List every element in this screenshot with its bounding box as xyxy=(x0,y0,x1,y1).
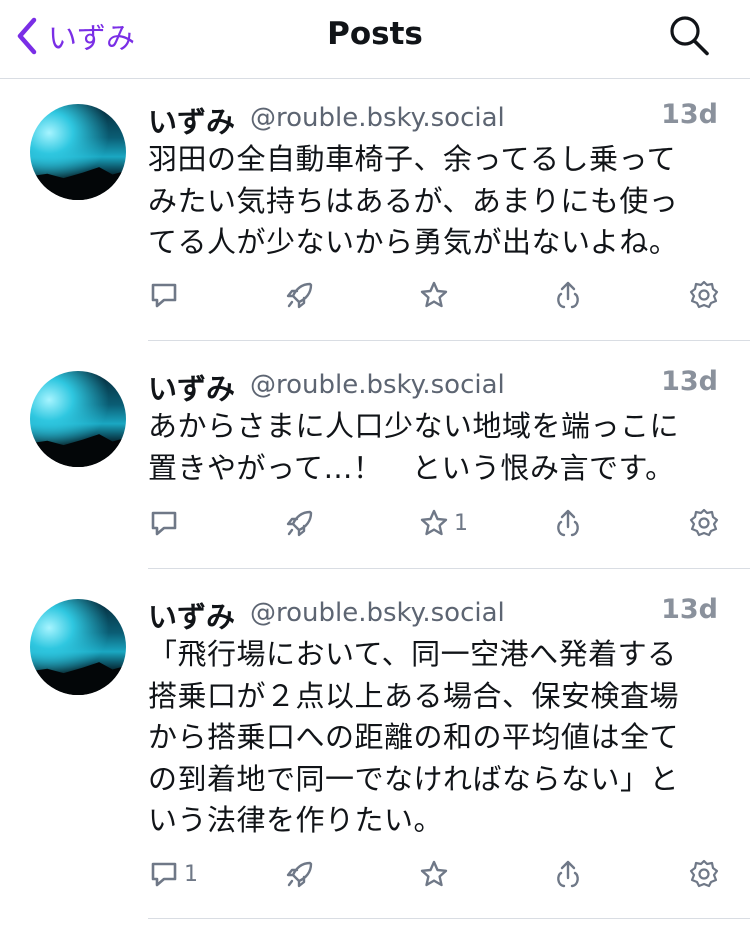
share-button[interactable] xyxy=(552,856,584,892)
share-button[interactable] xyxy=(552,277,584,313)
author-handle[interactable]: @rouble.bsky.social xyxy=(250,370,505,400)
settings-icon xyxy=(689,859,719,888)
reply-count: 1 xyxy=(184,861,198,887)
post-text: あからさまに人口少ない地域を端っこに 置きやがって…！ という恨み言です。 xyxy=(148,406,726,489)
author-name[interactable]: いずみ xyxy=(148,366,235,408)
star-icon xyxy=(420,860,448,887)
rocket-icon xyxy=(286,861,313,888)
post-meta: いずみ @rouble.bsky.social 13d xyxy=(148,99,718,139)
post-text-line: の到着地で同一でなければならない」と xyxy=(148,761,680,796)
star-icon xyxy=(420,509,448,536)
post-meta: いずみ @rouble.bsky.social 13d xyxy=(148,594,718,634)
more-button[interactable] xyxy=(688,856,720,892)
post-text-line: みたい気持ちはあるが、あまりにも使っ xyxy=(148,183,679,218)
post-divider xyxy=(148,918,750,919)
more-button[interactable] xyxy=(688,505,720,541)
post-text-line: あからさまに人口少ない地域を端っこに xyxy=(148,409,680,443)
post-text-line: 「飛行場において、同一空港へ発着する xyxy=(148,637,677,671)
reply-icon xyxy=(151,862,177,887)
reply-button[interactable] xyxy=(148,505,184,541)
post-text-line: 羽田の全自動車椅子、余ってるし乗って xyxy=(148,142,677,176)
author-handle[interactable]: @rouble.bsky.social xyxy=(250,103,505,133)
post-text-line: いう法律を作りたい。 xyxy=(148,803,444,837)
post-divider xyxy=(148,568,750,569)
avatar[interactable] xyxy=(30,599,126,695)
repost-button[interactable] xyxy=(284,505,316,541)
repost-button[interactable] xyxy=(284,277,316,313)
like-button[interactable] xyxy=(418,277,454,313)
post-text-line: 置きやがって…！ という恨み言です。 xyxy=(148,450,675,485)
star-icon xyxy=(420,281,448,308)
reply-button[interactable]: 1 xyxy=(148,856,198,892)
top-bar: いずみ Posts xyxy=(0,0,750,79)
avatar[interactable] xyxy=(30,371,126,467)
post-actions: 1 xyxy=(148,856,720,896)
post-time[interactable]: 13d xyxy=(661,366,718,397)
author-name[interactable]: いずみ xyxy=(148,594,235,636)
share-icon xyxy=(557,281,579,309)
reply-button[interactable] xyxy=(148,277,184,313)
avatar[interactable] xyxy=(30,104,126,200)
like-count: 1 xyxy=(454,510,468,536)
settings-icon xyxy=(689,280,719,309)
post-time[interactable]: 13d xyxy=(661,594,718,625)
repost-button[interactable] xyxy=(284,856,316,892)
author-handle[interactable]: @rouble.bsky.social xyxy=(250,598,505,628)
post-actions: 1 xyxy=(148,505,720,545)
share-icon xyxy=(557,860,579,888)
search-button[interactable] xyxy=(666,14,714,58)
post-actions xyxy=(148,277,720,317)
like-button[interactable] xyxy=(418,856,454,892)
settings-icon xyxy=(689,508,719,537)
post-text-line: 搭乗口が２点以上ある場合、保安検査場 xyxy=(148,678,680,713)
search-icon xyxy=(670,16,709,56)
rocket-icon xyxy=(286,510,313,537)
reply-icon xyxy=(151,511,177,536)
post-text-line: てる人が少ないから勇気が出ないよね。 xyxy=(148,225,679,259)
post-text-line: から搭乗口への距離の和の平均値は全て xyxy=(148,720,680,754)
share-button[interactable] xyxy=(552,505,584,541)
author-name[interactable]: いずみ xyxy=(148,99,235,141)
post-text: 「飛行場において、同一空港へ発着する 搭乗口が２点以上ある場合、保安検査場 から… xyxy=(148,634,726,842)
more-button[interactable] xyxy=(688,277,720,313)
page-title: Posts xyxy=(327,16,423,52)
post-text: 羽田の全自動車椅子、余ってるし乗って みたい気持ちはあるが、あまりにも使っ てる… xyxy=(148,139,726,264)
post-time[interactable]: 13d xyxy=(661,99,718,130)
post-divider xyxy=(148,340,750,341)
like-button[interactable]: 1 xyxy=(418,505,468,541)
post-meta: いずみ @rouble.bsky.social 13d xyxy=(148,366,718,406)
rocket-icon xyxy=(286,282,313,309)
share-icon xyxy=(557,509,579,537)
reply-icon xyxy=(151,283,177,308)
